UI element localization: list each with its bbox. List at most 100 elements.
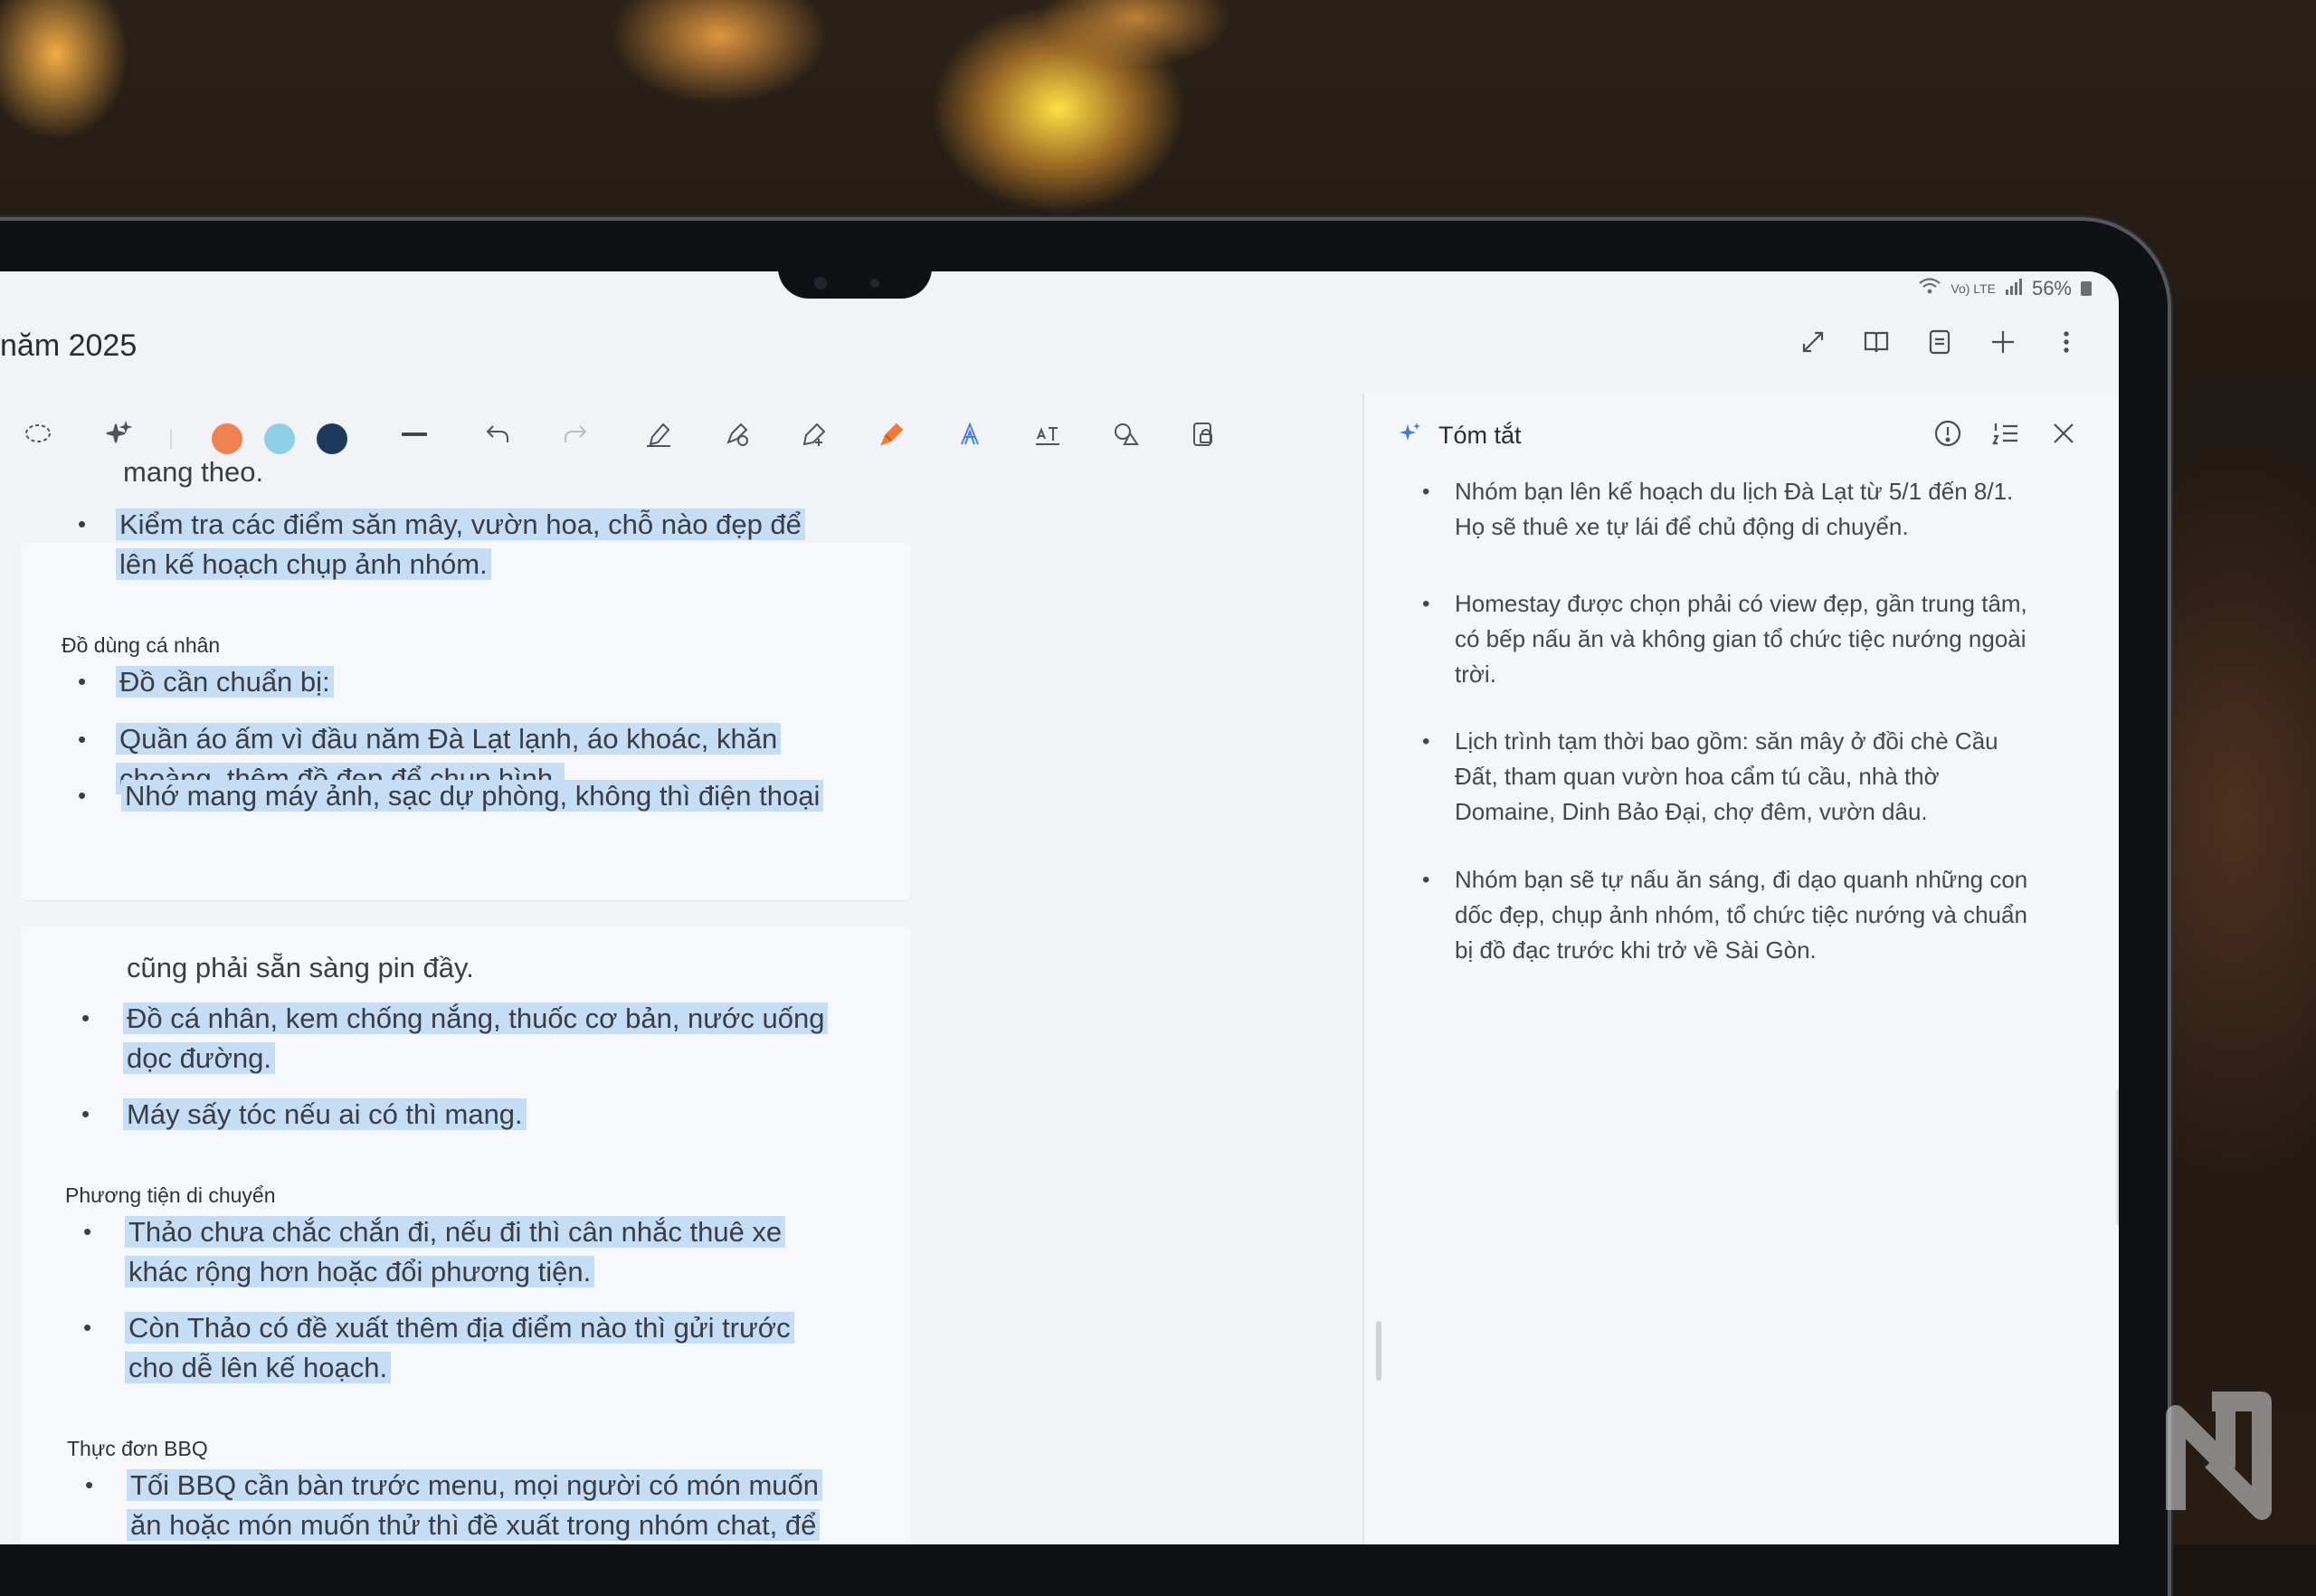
summary-header: Tóm tắt	[1397, 420, 1522, 451]
bullet: •	[81, 1100, 90, 1127]
ai-sparkle-icon	[1397, 420, 1424, 451]
info-button[interactable]	[1932, 418, 1963, 453]
highlighter-icon	[877, 419, 907, 454]
document-icon	[1925, 328, 1954, 361]
battery-percent: 56%	[2031, 277, 2072, 299]
note-text-line: Đồ cần chuẩn bị:	[116, 662, 334, 702]
note-text-line: Đồ cá nhân, kem chống nắng, thuốc cơ bản…	[123, 999, 829, 1039]
note-text-line: ăn hoặc món muốn thử thì đề xuất trong n…	[127, 1506, 821, 1544]
summary-item: Homestay được chọn phải có view đẹp, gần…	[1455, 590, 2027, 688]
highlighter-pen-icon	[721, 419, 752, 454]
note-text-line: khác rộng hơn hoặc đổi phương tiện.	[125, 1252, 595, 1292]
summary-item: Lịch trình tạm thời bao gồm: săn mây ở đ…	[1455, 727, 1998, 825]
ai-assist-button[interactable]	[98, 416, 138, 456]
summary-scrollbar[interactable]	[2116, 1089, 2119, 1225]
info-icon	[1932, 420, 1963, 452]
lock-page-icon	[1188, 419, 1219, 454]
wifi-icon	[1918, 277, 1941, 300]
highlighter-button[interactable]	[872, 416, 912, 456]
status-bar: Vo) LTE 56%	[1918, 277, 2092, 300]
note-text-line: Kiểm tra các điểm săn mây, vườn hoa, chỗ…	[116, 505, 805, 545]
stroke-thickness-button[interactable]	[394, 416, 434, 456]
note-text-line: mang theo.	[123, 456, 264, 488]
bullet: •	[78, 668, 87, 695]
lasso-icon	[23, 419, 53, 454]
pen-icon	[643, 419, 674, 454]
text-style-button[interactable]	[950, 416, 990, 456]
plus-icon	[1989, 328, 2017, 361]
ai-sparkle-icon	[102, 419, 133, 454]
redo-icon	[560, 419, 591, 454]
expand-button[interactable]	[1795, 326, 1831, 362]
shapes-icon	[1110, 419, 1141, 454]
note-text-line: Còn Thảo có đề xuất thêm địa điểm nào th…	[125, 1308, 794, 1348]
summary-panel: Tóm tắt • Nhóm bạn lên kế hoạch du lịch …	[1362, 393, 2119, 1544]
note-text-line: cho dễ lên kế hoạch.	[125, 1348, 392, 1388]
split-view-handle[interactable]	[1376, 1321, 1381, 1381]
note-text-line: lên kế hoạch chụp ảnh nhóm.	[116, 545, 491, 584]
toolbar-divider	[170, 429, 172, 449]
expand-icon	[1799, 328, 1827, 361]
bullet: •	[81, 1004, 90, 1031]
note-text-line: dọc đường.	[123, 1039, 276, 1078]
note-text-line: cũng phải sẵn sàng pin đầy.	[127, 952, 474, 983]
text-style-icon	[954, 419, 985, 454]
shape-pen-button[interactable]	[794, 416, 834, 456]
section-heading: Đồ dùng cá nhân	[62, 633, 221, 657]
shape-pen-icon	[799, 419, 830, 454]
bullet: •	[1422, 480, 1430, 504]
bullet: •	[1422, 868, 1430, 892]
pen-button[interactable]	[639, 416, 679, 456]
page-list-button[interactable]	[1922, 326, 1958, 362]
bullet: •	[1422, 592, 1430, 616]
undo-icon	[482, 419, 513, 454]
battery-icon	[2081, 281, 2092, 296]
watermark-logo	[2166, 1392, 2272, 1520]
book-view-button[interactable]	[1858, 326, 1894, 362]
brush-button[interactable]	[717, 416, 756, 456]
note-text-line: Tối BBQ cần bàn trước menu, mọi người có…	[127, 1466, 823, 1506]
bullet: •	[83, 1314, 92, 1341]
close-summary-button[interactable]	[2048, 418, 2079, 453]
undo-button[interactable]	[478, 416, 517, 456]
section-heading: Thực đơn BBQ	[67, 1437, 208, 1460]
more-vertical-icon	[2052, 328, 2081, 361]
note-text-line: Thảo chưa chắc chắn đi, nếu đi thì cân n…	[125, 1212, 786, 1252]
bullet: •	[78, 726, 87, 753]
summary-actions	[1932, 418, 2079, 453]
shapes-button[interactable]	[1106, 416, 1145, 456]
book-icon	[1862, 328, 1891, 361]
close-icon	[2048, 423, 2079, 452]
network-label: Vo) LTE	[1951, 281, 1996, 296]
tablet-screen: Vo) LTE 56% năm 2025 mang theo. • Kiểm t…	[0, 271, 2119, 1544]
numbered-list-icon	[1990, 423, 2021, 452]
format-list-button[interactable]	[1990, 418, 2021, 453]
header-actions	[1795, 326, 2084, 362]
redo-button[interactable]	[555, 416, 595, 456]
summary-title: Tóm tắt	[1438, 422, 1522, 449]
signal-icon	[2005, 277, 2023, 300]
bullet: •	[78, 510, 87, 537]
summary-item: Nhóm bạn lên kế hoạch du lịch Đà Lạt từ …	[1455, 478, 2014, 540]
note-text-line: Quần áo ấm vì đầu năm Đà Lạt lạnh, áo kh…	[116, 719, 782, 759]
text-box-button[interactable]	[1028, 416, 1068, 456]
note-text-line: Nhớ mang máy ảnh, sạc dự phòng, không th…	[121, 776, 824, 816]
bullet: •	[1422, 729, 1430, 754]
text-box-icon	[1032, 419, 1063, 454]
section-heading: Phương tiện di chuyển	[65, 1183, 276, 1207]
color-swatch-orange[interactable]	[212, 423, 242, 454]
pen-thickness-icon	[399, 419, 430, 454]
bullet: •	[78, 782, 87, 809]
color-swatch-lightblue[interactable]	[264, 423, 295, 454]
add-button[interactable]	[1985, 326, 2021, 362]
more-options-button[interactable]	[2048, 326, 2084, 362]
bullet: •	[85, 1471, 94, 1498]
sensor	[870, 279, 879, 288]
note-text-line: Máy sấy tóc nếu ai có thì mang.	[123, 1095, 527, 1135]
lock-page-button[interactable]	[1183, 416, 1223, 456]
camera-lens	[814, 277, 827, 290]
note-title: năm 2025	[0, 328, 138, 363]
color-swatch-navy[interactable]	[317, 423, 347, 454]
bullet: •	[83, 1218, 92, 1245]
lasso-button[interactable]	[18, 416, 58, 456]
